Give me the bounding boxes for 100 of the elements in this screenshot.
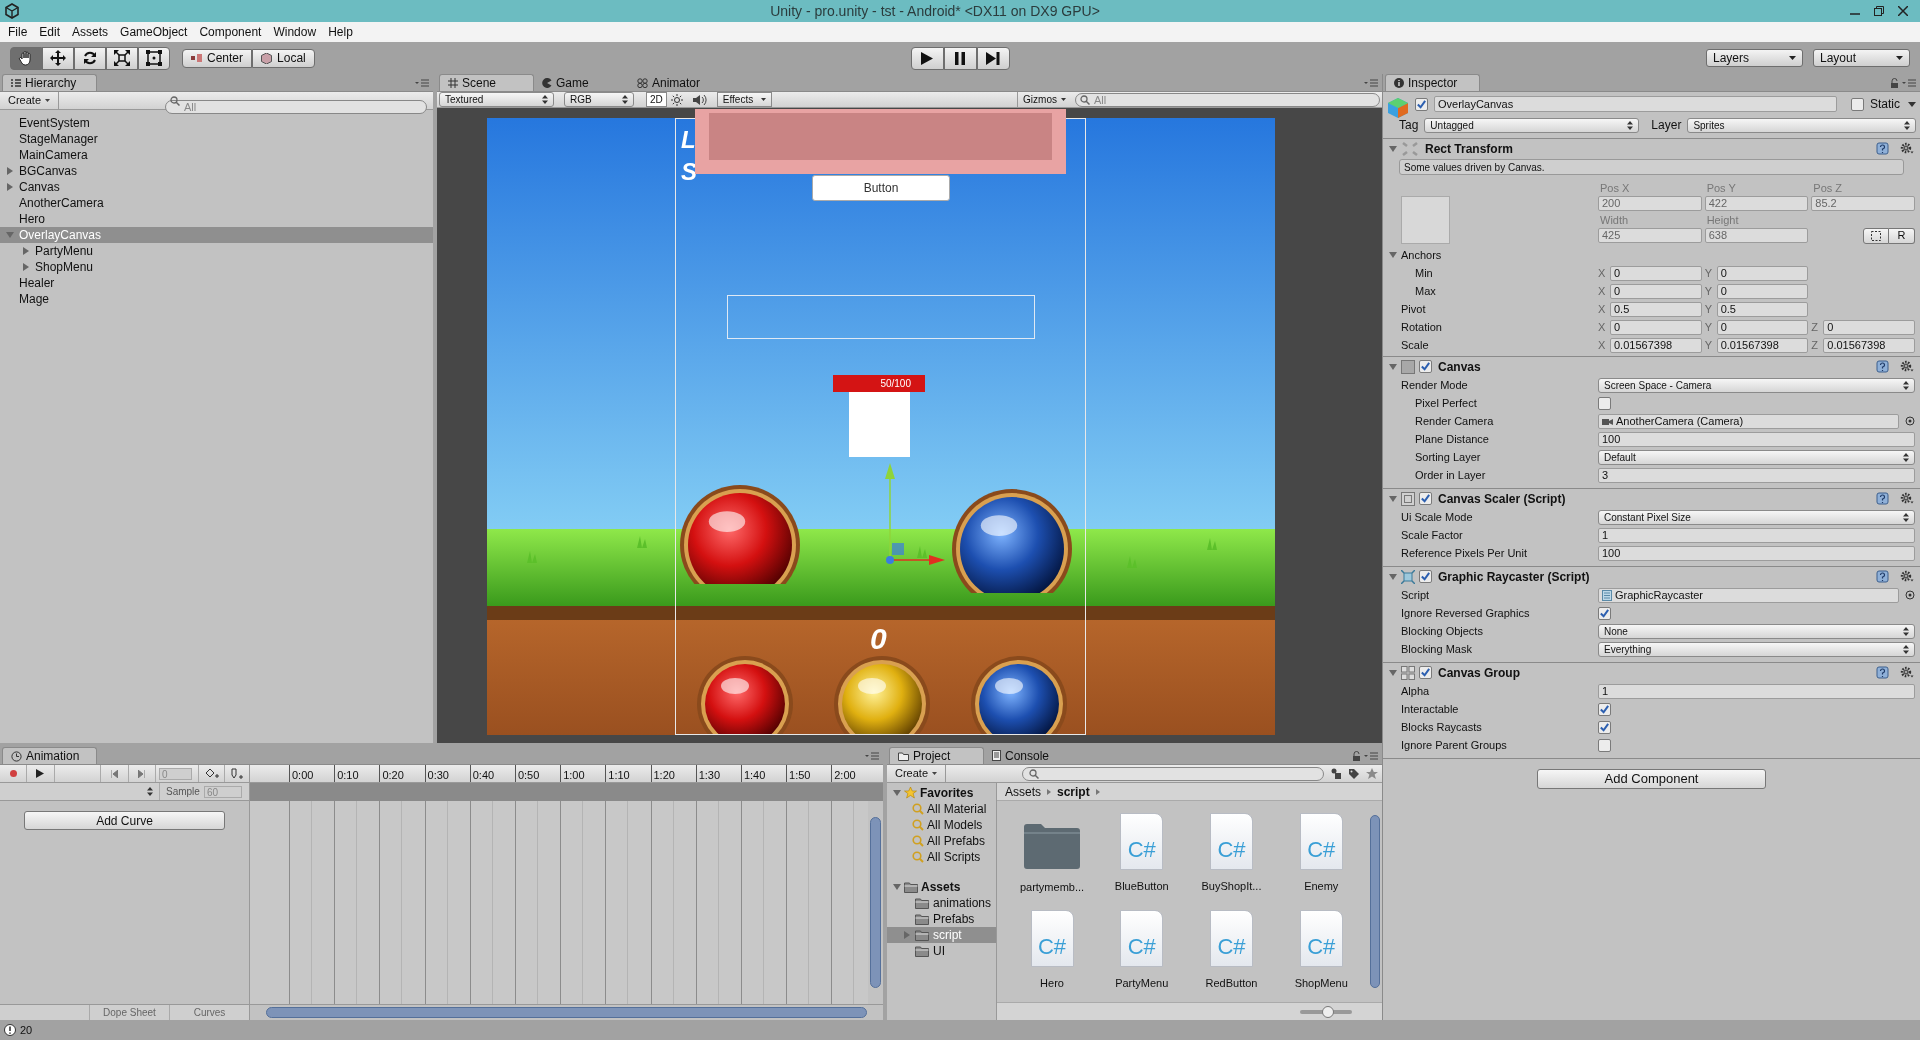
input-field[interactable]: 0.5 bbox=[1716, 301, 1809, 317]
hierarchy-item[interactable]: AnotherCamera bbox=[0, 195, 433, 211]
checkbox[interactable] bbox=[1419, 492, 1432, 505]
input-field[interactable]: 0 bbox=[1716, 319, 1809, 335]
menu-item[interactable]: File bbox=[2, 23, 34, 41]
dropdown[interactable]: Default bbox=[1598, 449, 1915, 465]
checkbox[interactable] bbox=[1598, 720, 1611, 734]
panel-tab[interactable]: Hierarchy bbox=[2, 74, 97, 91]
checkbox[interactable] bbox=[1419, 666, 1432, 679]
hierarchy-item[interactable]: Mage bbox=[0, 291, 433, 307]
search-field[interactable] bbox=[1022, 766, 1324, 781]
tree-header[interactable]: Favorites bbox=[887, 785, 996, 801]
foldout-icon[interactable] bbox=[1389, 362, 1397, 371]
play-control-button[interactable] bbox=[976, 46, 1010, 70]
help-icon[interactable] bbox=[1876, 492, 1889, 505]
help-icon[interactable] bbox=[1876, 360, 1889, 373]
help-icon[interactable] bbox=[1876, 570, 1889, 583]
input-field[interactable]: 0 bbox=[1716, 265, 1809, 281]
input-field[interactable]: 1 bbox=[1598, 683, 1915, 699]
settings-icon[interactable] bbox=[1900, 570, 1914, 583]
zoom-slider-thumb[interactable] bbox=[1322, 1005, 1334, 1018]
hierarchy-item[interactable]: Hero bbox=[0, 211, 433, 227]
filter-type-icon[interactable] bbox=[1330, 768, 1342, 779]
checkbox[interactable] bbox=[1419, 570, 1432, 583]
input-field[interactable]: 3 bbox=[1598, 467, 1915, 483]
foldout-icon[interactable] bbox=[1389, 572, 1397, 581]
breadcrumb-item[interactable]: script bbox=[1057, 782, 1090, 801]
tool-button[interactable] bbox=[42, 46, 74, 70]
hierarchy-item[interactable]: EventSystem bbox=[0, 115, 433, 131]
panel-tab[interactable]: Animation bbox=[2, 747, 97, 764]
object-picker-icon[interactable] bbox=[1905, 590, 1915, 600]
restore-icon[interactable] bbox=[1874, 6, 1884, 16]
mode-2d-toggle[interactable]: 2D bbox=[646, 92, 667, 107]
input-field[interactable]: OverlayCanvas bbox=[1434, 96, 1837, 112]
checkbox[interactable] bbox=[1598, 606, 1611, 620]
help-icon[interactable] bbox=[1876, 666, 1889, 679]
code-file-tile[interactable]: C# BlueButton bbox=[1098, 813, 1185, 896]
favorite-item[interactable]: All Prefabs bbox=[887, 833, 996, 849]
menu-item[interactable]: GameObject bbox=[114, 23, 194, 41]
checkbox[interactable] bbox=[1851, 97, 1864, 111]
checkbox[interactable] bbox=[1415, 97, 1428, 111]
hierarchy-item[interactable]: Healer bbox=[0, 275, 433, 291]
menu-item[interactable]: Component bbox=[193, 23, 268, 41]
favorite-item[interactable]: All Scripts bbox=[887, 849, 996, 865]
project-tree-item[interactable]: Prefabs bbox=[887, 911, 996, 927]
lock-icon[interactable] bbox=[1890, 77, 1899, 88]
horizontal-scrollbar[interactable] bbox=[250, 1004, 883, 1020]
project-tree-item[interactable]: UI bbox=[887, 943, 996, 959]
code-file-tile[interactable]: C# Hero bbox=[1009, 909, 1095, 991]
panel-tab[interactable]: Inspector bbox=[1385, 74, 1480, 91]
code-file-tile[interactable]: C# Enemy bbox=[1278, 813, 1365, 896]
input-field[interactable]: 422 bbox=[1704, 195, 1809, 211]
object-picker-icon[interactable] bbox=[1905, 416, 1915, 426]
menu-item[interactable]: Assets bbox=[66, 23, 115, 41]
dropdown[interactable]: RGB bbox=[564, 92, 634, 107]
input-field[interactable]: 0.5 bbox=[1610, 301, 1702, 317]
hierarchy-item[interactable]: ShopMenu bbox=[0, 259, 433, 275]
tag-dropdown[interactable]: Untagged bbox=[1424, 117, 1640, 133]
add-curve-button[interactable]: Add Curve bbox=[24, 811, 225, 830]
gizmos-dropdown[interactable]: Gizmos bbox=[1017, 92, 1071, 107]
input-field[interactable]: 0 bbox=[1610, 283, 1702, 299]
close-icon[interactable] bbox=[1898, 6, 1908, 16]
foldout-icon[interactable] bbox=[1389, 494, 1397, 503]
input-field[interactable]: 100 bbox=[1598, 545, 1915, 561]
hierarchy-item[interactable]: PartyMenu bbox=[0, 243, 433, 259]
panel-tab[interactable]: Console bbox=[984, 747, 1079, 764]
foldout-icon[interactable] bbox=[1389, 668, 1397, 677]
checkbox[interactable] bbox=[1598, 738, 1611, 752]
input-field[interactable]: 0 bbox=[1823, 319, 1915, 335]
input-field[interactable]: 638 bbox=[1704, 227, 1809, 243]
search-field[interactable]: All bbox=[165, 99, 427, 114]
create-dropdown[interactable]: Create bbox=[887, 765, 947, 782]
tag-icon[interactable] bbox=[1348, 767, 1360, 780]
menu-item[interactable]: Edit bbox=[33, 23, 67, 41]
input-field[interactable]: 1 bbox=[1598, 527, 1915, 543]
code-file-tile[interactable]: C# BuyShopIt... bbox=[1188, 813, 1275, 896]
input-field[interactable]: 425 bbox=[1598, 227, 1702, 243]
favorite-item[interactable]: All Models bbox=[887, 817, 996, 833]
input-field[interactable]: 0 bbox=[1716, 283, 1809, 299]
project-tree-item[interactable]: animations bbox=[887, 895, 996, 911]
dropdown[interactable]: None bbox=[1598, 623, 1915, 639]
foldout-icon[interactable] bbox=[6, 183, 14, 191]
foldout-icon[interactable] bbox=[6, 167, 14, 175]
effects-dropdown[interactable]: Effects bbox=[716, 92, 773, 107]
dropdown[interactable]: Layout bbox=[1813, 49, 1910, 67]
menu-item[interactable]: Window bbox=[267, 23, 323, 41]
play-control-button[interactable] bbox=[943, 46, 977, 70]
code-file-tile[interactable]: C# RedButton bbox=[1188, 909, 1275, 991]
foldout-icon[interactable] bbox=[22, 263, 30, 271]
sun-icon[interactable] bbox=[670, 93, 683, 106]
caret-icon[interactable] bbox=[1908, 101, 1916, 107]
foldout-icon[interactable] bbox=[893, 789, 901, 797]
menu-item[interactable]: Help bbox=[322, 23, 359, 41]
foldout-icon[interactable] bbox=[22, 247, 30, 255]
tool-button[interactable] bbox=[138, 46, 170, 70]
checkbox[interactable] bbox=[1598, 702, 1611, 716]
hierarchy-item[interactable]: MainCamera bbox=[0, 147, 433, 163]
audio-icon[interactable] bbox=[692, 93, 707, 106]
input-field[interactable]: 0 bbox=[1610, 265, 1702, 281]
code-file-tile[interactable]: C# PartyMenu bbox=[1098, 909, 1185, 991]
